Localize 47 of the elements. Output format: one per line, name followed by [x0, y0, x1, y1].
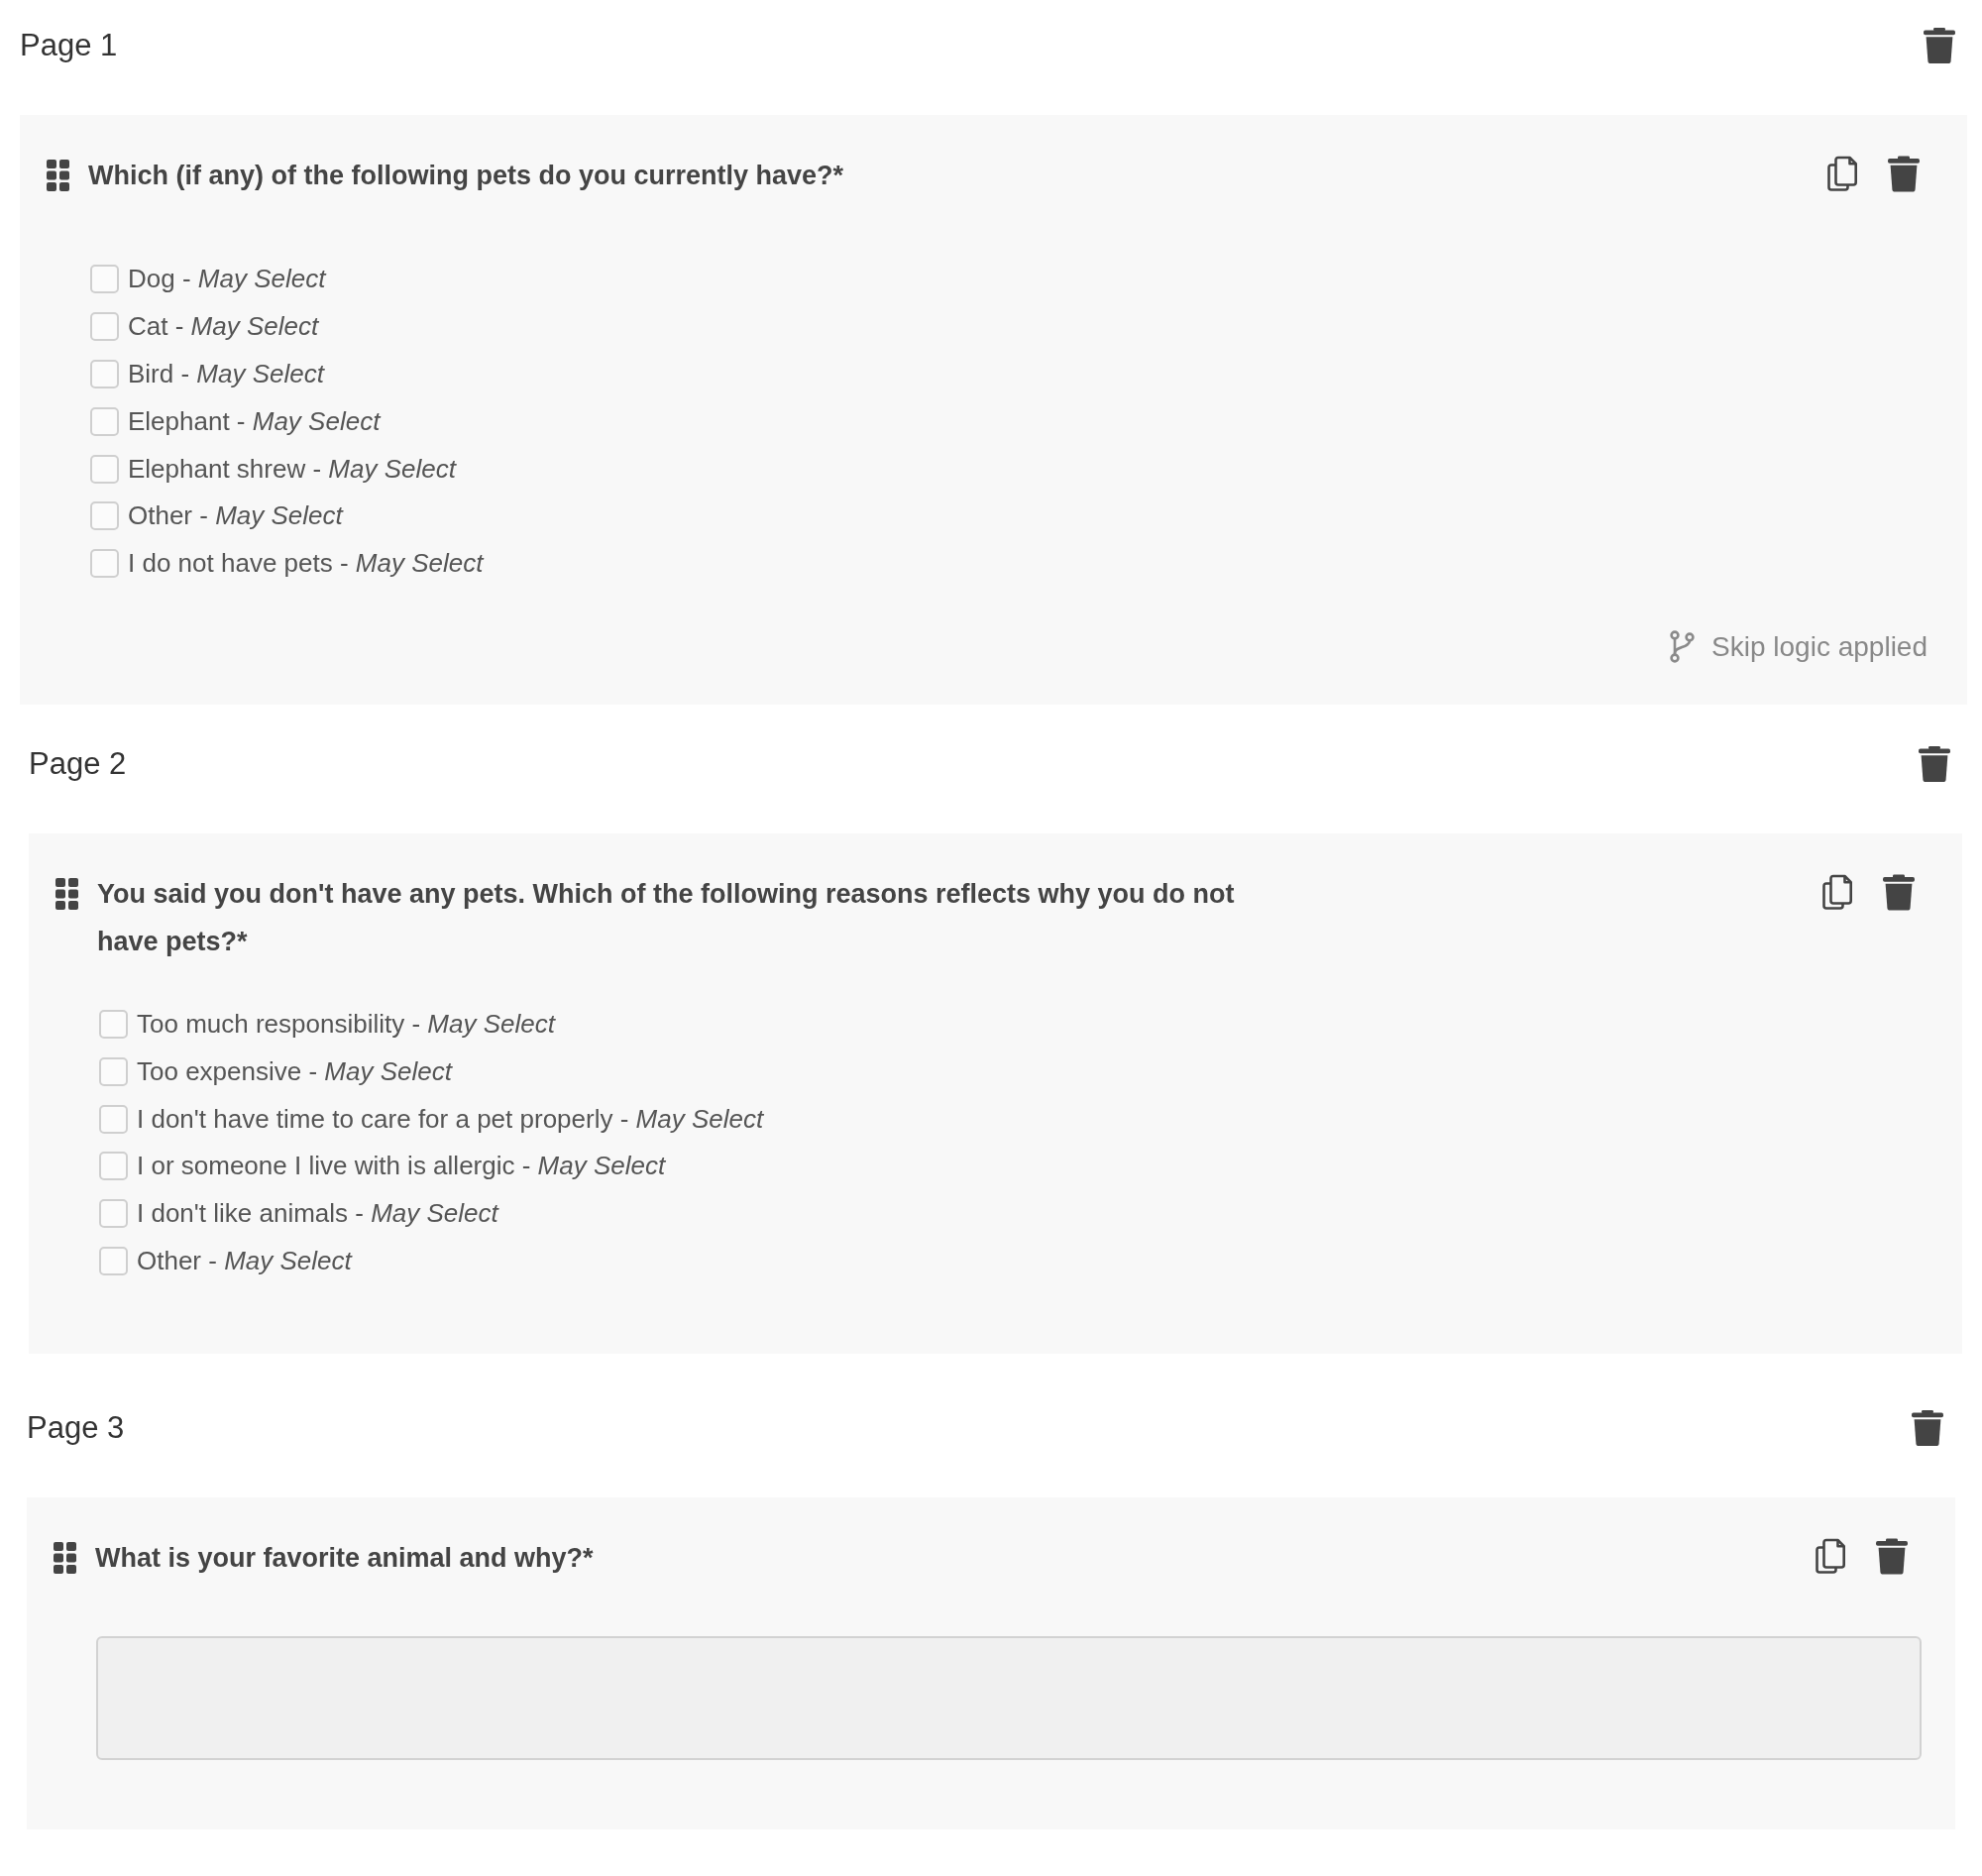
page-title: Page 3 — [27, 1409, 125, 1448]
checkbox[interactable] — [90, 549, 119, 579]
option-label: I don't like animals - May Select — [137, 1198, 498, 1230]
option-label: Too much responsibility - May Select — [137, 1008, 555, 1040]
question-text: Which (if any) of the following pets do you currently have?* — [88, 160, 844, 192]
checkbox[interactable] — [90, 360, 119, 388]
checkbox[interactable] — [99, 1104, 128, 1134]
option-label: Elephant shrew - May Select — [128, 453, 456, 485]
option-label: Too expensive - May Select — [137, 1055, 452, 1087]
question-text: You said you don't have any pets. Which of the following reasons reflects why you do not have pets?* — [97, 877, 1236, 958]
checkbox[interactable] — [90, 312, 119, 342]
copy-icon[interactable] — [1821, 873, 1853, 911]
checkbox[interactable] — [99, 1246, 128, 1275]
trash-icon[interactable] — [1876, 1538, 1908, 1576]
drag-handle-icon[interactable] — [54, 1542, 76, 1575]
copy-icon[interactable] — [1826, 156, 1858, 192]
option-label: Cat - May Select — [128, 311, 319, 343]
trash-icon[interactable] — [1912, 1410, 1943, 1447]
option-label: Other - May Select — [137, 1245, 352, 1276]
trash-icon[interactable] — [1883, 873, 1915, 911]
trash-icon[interactable] — [1888, 156, 1920, 192]
option-label: Dog - May Select — [128, 264, 326, 295]
checkbox[interactable] — [90, 501, 119, 531]
branch-icon — [1670, 630, 1696, 664]
checkbox[interactable] — [90, 454, 119, 484]
option-label: I or someone I live with is allergic - May Select — [137, 1151, 666, 1182]
option-label: I do not have pets - May Select — [128, 548, 484, 580]
copy-icon[interactable] — [1815, 1538, 1846, 1576]
option-label: I don't have time to care for a pet properly - May Select — [137, 1103, 764, 1135]
page-title: Page 1 — [20, 27, 118, 64]
trash-icon[interactable] — [1924, 28, 1955, 63]
option-label: Elephant - May Select — [128, 405, 381, 437]
drag-handle-icon[interactable] — [55, 877, 78, 910]
option-label: Other - May Select — [128, 500, 343, 532]
answer-field[interactable] — [96, 1636, 1922, 1761]
checkbox[interactable] — [99, 1152, 128, 1181]
page-title: Page 2 — [29, 744, 127, 783]
option-label: Bird - May Select — [128, 359, 324, 389]
drag-handle-icon[interactable] — [47, 160, 69, 191]
checkbox[interactable] — [90, 406, 119, 436]
checkbox[interactable] — [99, 1056, 128, 1086]
checkbox[interactable] — [99, 1199, 128, 1229]
checkbox[interactable] — [99, 1009, 128, 1039]
question-text: What is your favorite animal and why?* — [95, 1542, 594, 1576]
trash-icon[interactable] — [1919, 745, 1950, 782]
skip-logic-label: Skip logic applied — [1711, 630, 1927, 663]
checkbox[interactable] — [90, 265, 119, 294]
